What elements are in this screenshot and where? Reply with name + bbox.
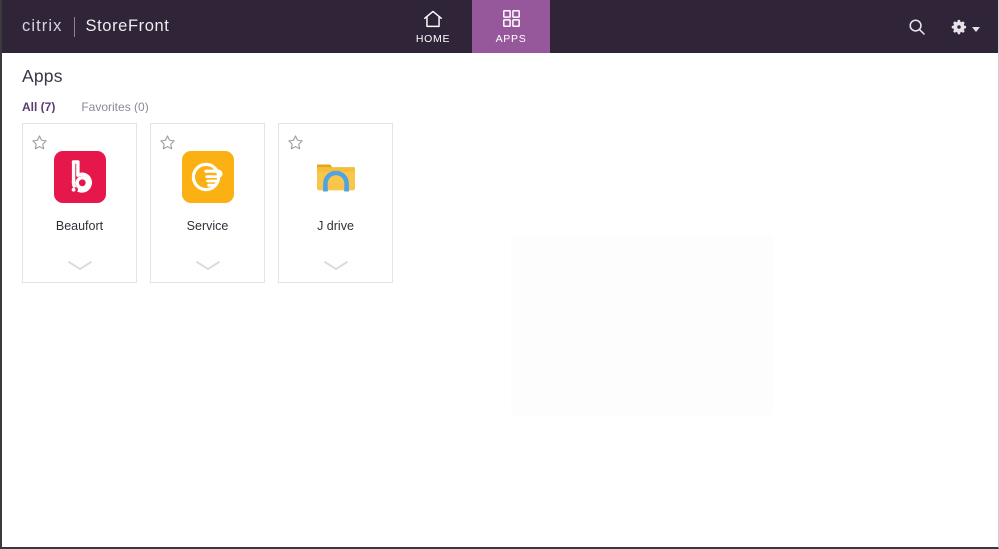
favorite-star-icon[interactable] [159, 134, 176, 151]
app-tile-service[interactable]: Service [150, 123, 265, 283]
favorite-star-icon[interactable] [31, 134, 48, 151]
nav-tab-apps-label: APPS [495, 33, 527, 45]
apps-grid: Beaufort Service J drive [22, 123, 998, 283]
grid-icon [500, 8, 522, 30]
app-tile-beaufort[interactable]: Beaufort [22, 123, 137, 283]
app-tile-label: Beaufort [55, 219, 104, 233]
expand-chevron-down-icon[interactable] [66, 258, 94, 272]
brand-divider [73, 16, 75, 37]
apps-content-area: Beaufort Service J drive [2, 113, 998, 415]
filter-tab-favorites-label: Favorites (0) [81, 100, 149, 114]
primary-nav: HOME APPS [394, 0, 550, 53]
header-actions [907, 0, 980, 53]
expand-chevron-down-icon[interactable] [194, 258, 222, 272]
app-header: citrix StoreFront HOME APPS [2, 0, 998, 53]
pointing-hand-icon [181, 151, 234, 203]
beaufort-logo-icon [53, 151, 106, 203]
filter-tab-all-label: All (7) [22, 100, 56, 114]
favorite-star-icon[interactable] [287, 134, 304, 151]
app-tile-label: Service [186, 219, 229, 233]
brand-citrix-text: citrix [22, 17, 63, 35]
chevron-down-icon [972, 26, 980, 32]
network-folder-icon [310, 151, 362, 203]
home-icon [422, 8, 444, 30]
app-tile-label: J drive [317, 219, 354, 233]
expand-chevron-down-icon[interactable] [322, 258, 350, 272]
nav-tab-home[interactable]: HOME [394, 0, 472, 53]
gear-icon [949, 17, 969, 37]
page-title: Apps [22, 66, 63, 86]
brand-logo: citrix StoreFront [2, 0, 169, 53]
page-header-band: Apps All (7) Favorites (0) [2, 53, 998, 169]
storefront-window: citrix StoreFront HOME APPS Apps All (7)… [0, 0, 999, 549]
settings-button[interactable] [949, 17, 980, 37]
app-tile-j-drive[interactable]: J drive [278, 123, 393, 283]
nav-tab-home-label: HOME [415, 33, 451, 45]
nav-tab-apps[interactable]: APPS [472, 0, 550, 53]
brand-storefront-text: StoreFront [85, 17, 170, 35]
search-icon [907, 17, 927, 37]
search-button[interactable] [907, 17, 927, 37]
